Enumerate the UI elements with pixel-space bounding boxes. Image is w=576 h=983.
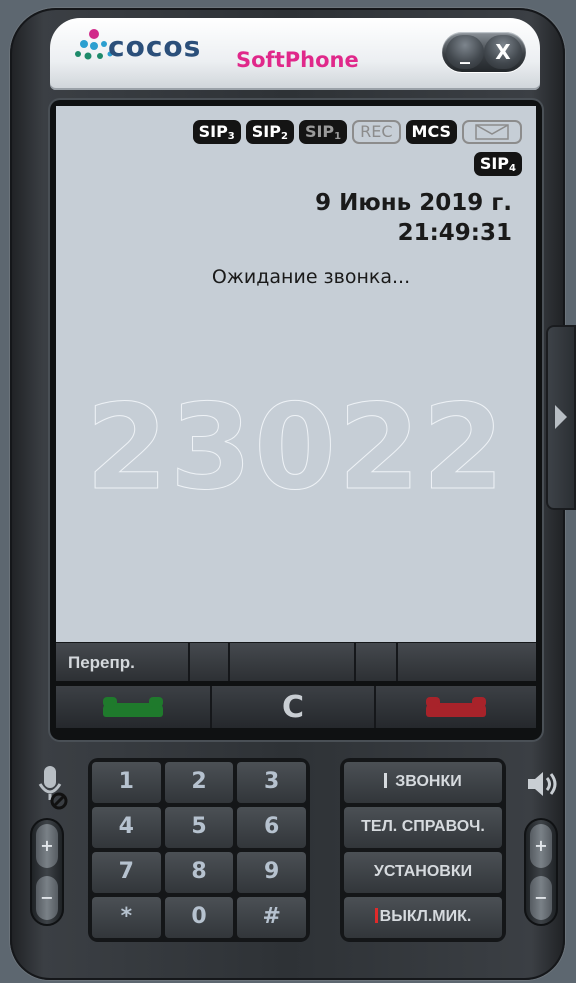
- softkey-forward[interactable]: Перепр.: [56, 643, 190, 681]
- chevron-right-icon: [555, 405, 567, 429]
- mic-volume-down[interactable]: −: [36, 876, 58, 920]
- hangup-button[interactable]: [376, 686, 536, 728]
- speaker-volume-rocker: + −: [524, 818, 558, 926]
- logo-wordmark: cocos: [108, 30, 202, 63]
- call-button[interactable]: [56, 686, 212, 728]
- status-badges: SIP3 SIP2 SIP1 REC MCS: [192, 120, 522, 144]
- calls-label: ЗВОНКИ: [395, 773, 462, 790]
- softkey-4[interactable]: [356, 643, 398, 681]
- key-1[interactable]: 1: [92, 762, 161, 803]
- function-menu: ЗВОНКИ ТЕЛ. СПРАВОЧ. УСТАНОВКИ ВЫКЛ.МИК.: [340, 758, 506, 942]
- softkey-3[interactable]: [230, 643, 356, 681]
- sip4-badge[interactable]: SIP4: [473, 152, 522, 176]
- key-0[interactable]: 0: [164, 897, 234, 938]
- red-handset-icon: [426, 697, 486, 717]
- speaker-icon[interactable]: [524, 766, 560, 802]
- display-screen: SIP3 SIP2 SIP1 REC MCS SIP4 9 Июнь 2019 …: [56, 106, 536, 642]
- sip1-badge[interactable]: SIP1: [298, 120, 348, 144]
- calls-marker-icon: [384, 773, 388, 788]
- softkey-bar: Перепр.: [56, 642, 536, 681]
- mic-volume-rocker: + −: [30, 818, 64, 926]
- key-9[interactable]: 9: [237, 852, 306, 893]
- key-3[interactable]: 3: [237, 762, 306, 803]
- microphone-muted-icon[interactable]: [32, 764, 72, 814]
- key-4[interactable]: 4: [92, 807, 161, 848]
- key-7[interactable]: 7: [92, 852, 161, 893]
- envelope-icon[interactable]: [462, 120, 522, 144]
- phonebook-button[interactable]: ТЕЛ. СПРАВОЧ.: [344, 807, 502, 848]
- expand-panel-tab[interactable]: [546, 325, 576, 510]
- close-button[interactable]: X: [484, 35, 522, 69]
- logo-subtitle: SoftPhone: [236, 48, 359, 72]
- settings-button[interactable]: УСТАНОВКИ: [344, 852, 502, 893]
- minimize-button[interactable]: _: [446, 35, 484, 69]
- green-handset-icon: [103, 697, 163, 717]
- softkey-2[interactable]: [190, 643, 230, 681]
- dial-keypad: 1 2 3 4 5 6 7 8 9 * 0 #: [88, 758, 310, 942]
- sip2-badge[interactable]: SIP2: [245, 120, 294, 144]
- calls-button[interactable]: ЗВОНКИ: [344, 762, 502, 803]
- display-frame: SIP3 SIP2 SIP1 REC MCS SIP4 9 Июнь 2019 …: [50, 100, 542, 740]
- key-5[interactable]: 5: [164, 807, 234, 848]
- speaker-volume-down[interactable]: −: [530, 876, 552, 920]
- key-hash[interactable]: #: [237, 897, 306, 938]
- mute-mic-label: ВЫКЛ.МИК.: [379, 908, 472, 925]
- speaker-volume-up[interactable]: +: [530, 824, 552, 868]
- rec-badge[interactable]: REC: [352, 120, 401, 144]
- clear-label: C: [281, 690, 305, 725]
- title-bar[interactable]: cocos SoftPhone _ X: [50, 18, 540, 90]
- key-8[interactable]: 8: [164, 852, 234, 893]
- softkey-5[interactable]: [398, 643, 536, 681]
- mcs-badge[interactable]: MCS: [405, 120, 457, 144]
- window-controls: _ X: [442, 32, 526, 72]
- time-display: 21:49:31: [397, 220, 512, 246]
- clear-button[interactable]: C: [212, 686, 376, 728]
- mute-mic-button[interactable]: ВЫКЛ.МИК.: [344, 897, 502, 938]
- own-number-display: 23022: [85, 378, 507, 517]
- mic-volume-up[interactable]: +: [36, 824, 58, 868]
- call-action-bar: C: [56, 686, 536, 728]
- date-display: 9 Июнь 2019 г.: [315, 190, 512, 216]
- sip3-badge[interactable]: SIP3: [192, 120, 241, 144]
- key-2[interactable]: 2: [164, 762, 234, 803]
- call-status: Ожидание звонка...: [211, 266, 411, 288]
- mute-indicator-icon: [374, 908, 378, 923]
- key-6[interactable]: 6: [237, 807, 306, 848]
- key-star[interactable]: *: [92, 897, 161, 938]
